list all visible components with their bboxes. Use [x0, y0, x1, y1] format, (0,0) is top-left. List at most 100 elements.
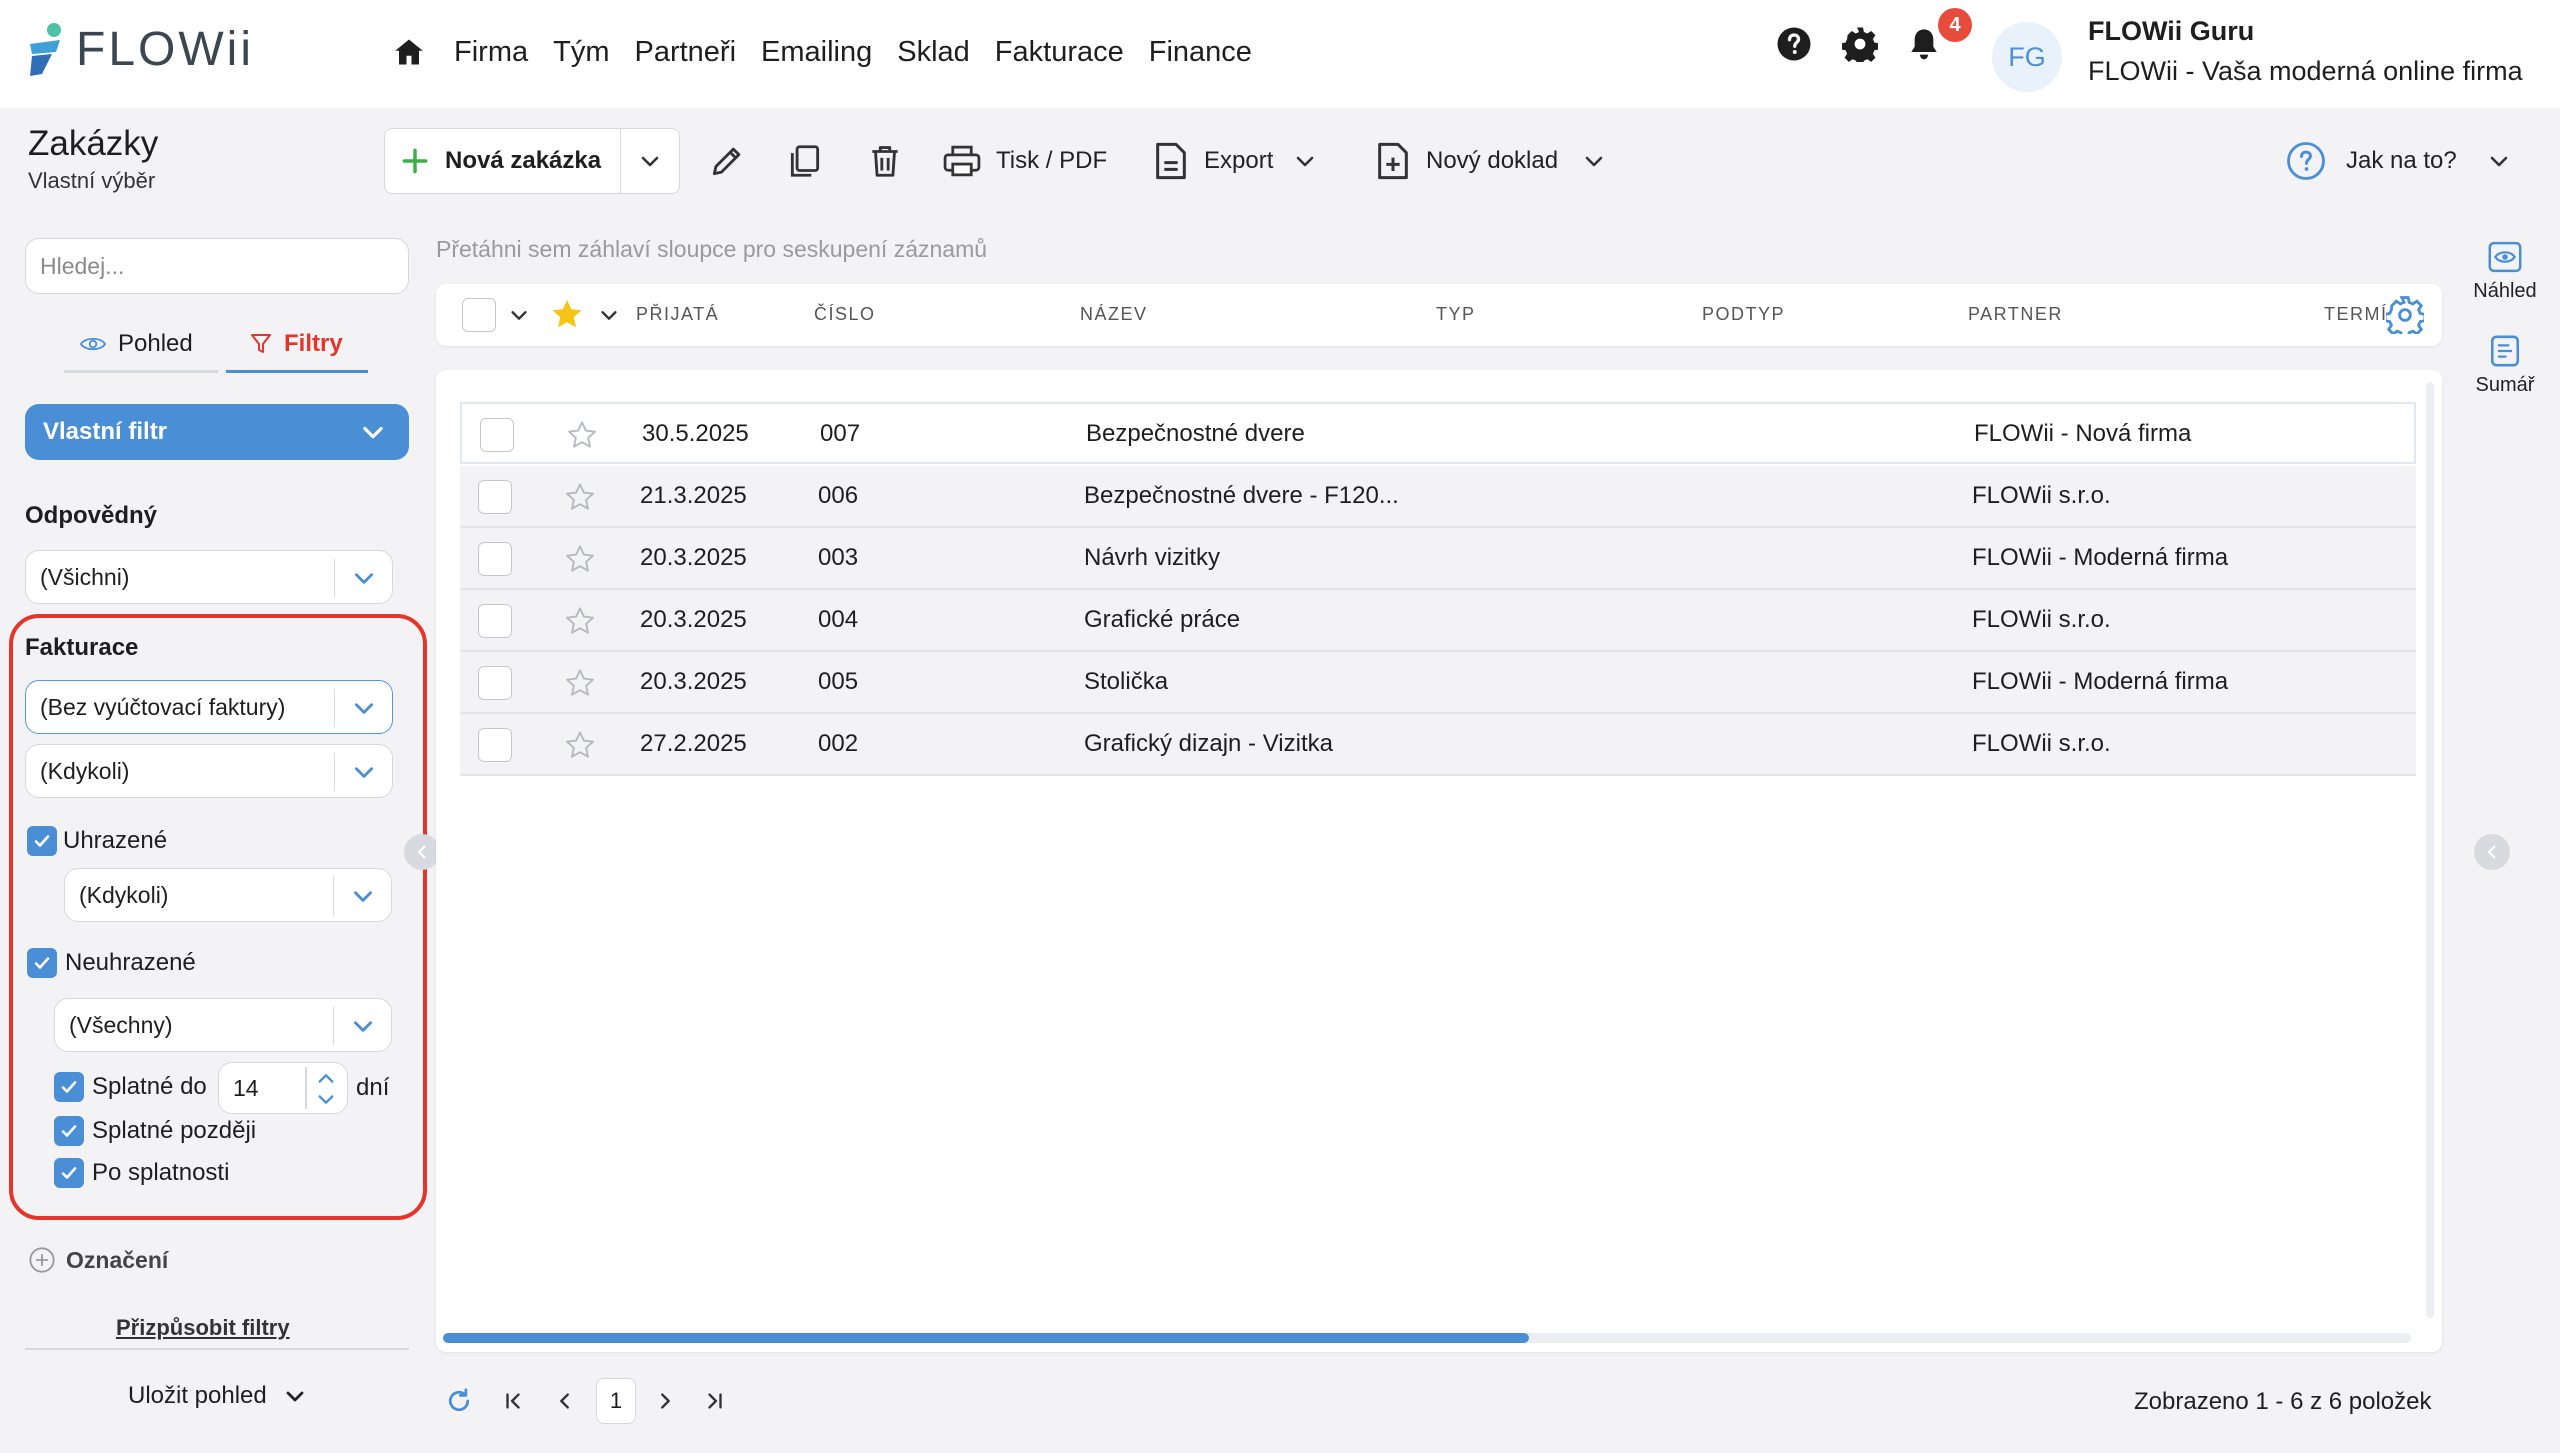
unpaid-checkbox-row[interactable]: Neuhrazené	[27, 948, 196, 978]
row-checkbox[interactable]	[478, 728, 512, 762]
print-pdf-label: Tisk / PDF	[996, 147, 1108, 174]
table-row[interactable]: 30.5.2025 007 Bezpečnostné dvere FLOWii …	[460, 402, 2416, 464]
delete-button[interactable]	[866, 142, 904, 180]
nav-item-emailing[interactable]: Emailing	[761, 30, 872, 74]
copy-button[interactable]	[786, 142, 824, 180]
new-order-dropdown[interactable]	[621, 129, 679, 193]
custom-filter-select[interactable]: Vlastní filtr	[25, 404, 409, 460]
help-button[interactable]	[1776, 26, 1812, 62]
row-checkbox[interactable]	[478, 480, 512, 514]
star-outline-icon[interactable]	[566, 419, 598, 451]
first-page-icon[interactable]	[502, 1390, 524, 1412]
row-checkbox[interactable]	[478, 666, 512, 700]
previous-page-icon[interactable]	[554, 1390, 576, 1412]
next-page-icon[interactable]	[654, 1390, 676, 1412]
due-later-checkbox[interactable]	[54, 1116, 84, 1146]
overdue-checkbox[interactable]	[54, 1158, 84, 1188]
paid-checkbox-row[interactable]: Uhrazené	[27, 826, 167, 856]
table-row[interactable]: 27.2.2025 002 Grafický dizajn - Vizitka …	[460, 714, 2416, 776]
paid-checkbox[interactable]	[27, 826, 57, 856]
invoice-time-select[interactable]: (Kdykoli)	[25, 744, 393, 798]
column-header-received[interactable]: PŘIJATÁ	[636, 304, 719, 325]
overdue-checkbox-row[interactable]: Po splatnosti	[54, 1158, 229, 1188]
nav-item-sklad[interactable]: Sklad	[897, 30, 970, 74]
chevron-up-icon[interactable]	[315, 1069, 337, 1087]
last-page-icon[interactable]	[704, 1390, 726, 1412]
table-row[interactable]: 20.3.2025 003 Návrh vizitky FLOWii - Mod…	[460, 528, 2416, 590]
due-within-checkbox-row[interactable]: Splatné do	[54, 1072, 207, 1102]
refresh-icon[interactable]	[444, 1386, 474, 1416]
nav-item-tym[interactable]: Tým	[553, 30, 609, 74]
star-filled-icon[interactable]	[550, 297, 584, 331]
cell-number: 007	[820, 420, 861, 447]
responsible-select[interactable]: (Všichni)	[25, 550, 393, 604]
tab-view[interactable]: Pohled	[80, 322, 193, 366]
home-icon[interactable]	[394, 37, 424, 67]
chevron-down-icon[interactable]	[508, 304, 530, 326]
tagged-section-toggle[interactable]: Označení	[28, 1246, 168, 1274]
copy-icon	[790, 145, 820, 177]
vertical-scrollbar[interactable]	[2426, 382, 2434, 1318]
invoice-type-dropdown[interactable]	[334, 689, 392, 727]
nav-item-firma[interactable]: Firma	[454, 30, 528, 74]
unpaid-dropdown[interactable]	[333, 1007, 391, 1045]
new-document-button[interactable]: Nový doklad	[1376, 140, 1606, 182]
due-later-checkbox-row[interactable]: Splatné později	[54, 1116, 256, 1146]
table-row[interactable]: 20.3.2025 004 Grafické práce FLOWii s.r.…	[460, 590, 2416, 652]
column-header-name[interactable]: NÁZEV	[1080, 304, 1148, 325]
edit-button[interactable]	[708, 142, 746, 180]
row-checkbox[interactable]	[480, 418, 514, 452]
nav-item-fakturace[interactable]: Fakturace	[995, 30, 1124, 74]
chevron-down-icon[interactable]	[598, 304, 620, 326]
grid-header: PŘIJATÁ ČÍSLO NÁZEV TYP PODTYP PARTNER T…	[436, 284, 2442, 346]
chevron-down-icon[interactable]	[315, 1091, 337, 1109]
table-row[interactable]: 21.3.2025 006 Bezpečnostné dvere - F120.…	[460, 466, 2416, 528]
column-header-partner[interactable]: PARTNER	[1968, 304, 2063, 325]
column-header-number[interactable]: ČÍSLO	[814, 304, 876, 325]
column-header-type[interactable]: TYP	[1436, 304, 1476, 325]
nav-item-partneri[interactable]: Partneři	[634, 30, 736, 74]
current-page[interactable]: 1	[596, 1378, 636, 1424]
responsible-dropdown[interactable]	[334, 559, 392, 597]
tab-filters[interactable]: Filtry	[250, 322, 343, 366]
help-how-to-button[interactable]: Jak na to?	[2286, 140, 2511, 182]
unpaid-select[interactable]: (Všechny)	[54, 998, 392, 1052]
invoicing-label: Fakturace	[25, 634, 139, 661]
notifications-button[interactable]: 4	[1908, 8, 1972, 62]
select-all-checkbox[interactable]	[462, 298, 496, 332]
row-checkbox[interactable]	[478, 542, 512, 576]
star-outline-icon[interactable]	[564, 481, 596, 513]
cell-number: 006	[818, 482, 859, 509]
preview-panel-button[interactable]: Náhled	[2470, 240, 2540, 303]
star-outline-icon[interactable]	[564, 729, 596, 761]
new-order-button[interactable]: Nová zakázka	[385, 129, 621, 193]
unpaid-checkbox[interactable]	[27, 948, 57, 978]
save-view-button[interactable]: Uložit pohled	[128, 1382, 307, 1410]
due-within-checkbox[interactable]	[54, 1072, 84, 1102]
row-checkbox[interactable]	[478, 604, 512, 638]
column-settings-gear-icon[interactable]	[2386, 296, 2424, 334]
horizontal-scrollbar-thumb[interactable]	[443, 1333, 1529, 1343]
summary-panel-button[interactable]: Sumář	[2470, 334, 2540, 397]
right-panel-expand-button[interactable]	[2474, 834, 2510, 870]
nav-item-finance[interactable]: Finance	[1149, 30, 1252, 74]
invoice-type-select[interactable]: (Bez vyúčtovací faktury)	[25, 680, 393, 734]
customize-filters-link[interactable]: Přizpůsobit filtry	[116, 1315, 290, 1341]
column-header-term[interactable]: TERMÍ	[2324, 304, 2388, 325]
sidebar-collapse-button[interactable]	[404, 834, 440, 870]
due-within-days-stepper[interactable]: 14	[218, 1062, 348, 1114]
print-pdf-button[interactable]: Tisk / PDF	[942, 140, 1107, 182]
search-input[interactable]	[25, 238, 409, 294]
flowii-logo[interactable]: FLOWii	[26, 22, 254, 78]
paid-time-select[interactable]: (Kdykoli)	[64, 868, 392, 922]
star-outline-icon[interactable]	[564, 543, 596, 575]
star-outline-icon[interactable]	[564, 667, 596, 699]
table-row[interactable]: 20.3.2025 005 Stolička FLOWii - Moderná …	[460, 652, 2416, 714]
avatar[interactable]: FG	[1992, 22, 2062, 92]
column-header-subtype[interactable]: PODTYP	[1702, 304, 1785, 325]
invoice-time-dropdown[interactable]	[334, 753, 392, 791]
export-button[interactable]: Export	[1154, 140, 1317, 182]
settings-button[interactable]	[1842, 26, 1878, 62]
star-outline-icon[interactable]	[564, 605, 596, 637]
paid-time-dropdown[interactable]	[333, 877, 391, 915]
